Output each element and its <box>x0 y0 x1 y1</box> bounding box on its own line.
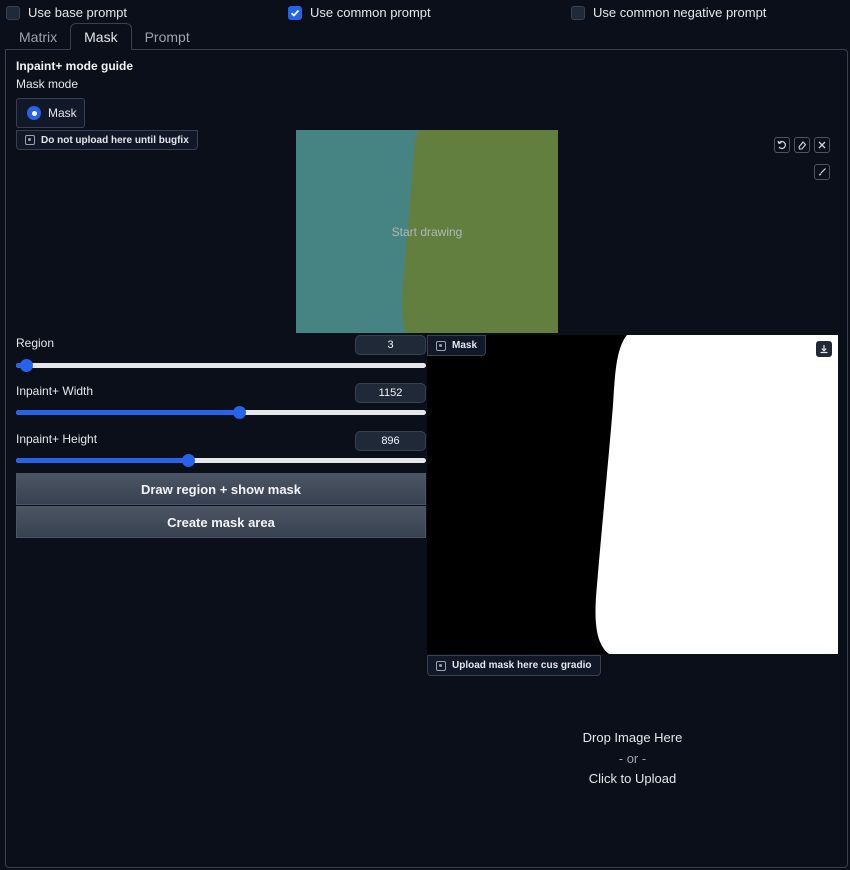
use-base-prompt-checkbox[interactable]: Use base prompt <box>6 5 127 20</box>
tab-prompt[interactable]: Prompt <box>132 23 203 50</box>
inpaint-guide-title: Inpaint+ mode guide <box>16 59 134 73</box>
upload-mask-label-text: Upload mask here cus gradio <box>452 660 592 671</box>
start-drawing-hint: Start drawing <box>391 224 463 239</box>
upload-dropzone[interactable]: Drop Image Here - or - Click to Upload <box>427 675 838 865</box>
create-mask-area-button[interactable]: Create mask area <box>16 506 426 538</box>
click-to-upload-text: Click to Upload <box>588 771 677 786</box>
mask-white-region <box>595 335 838 654</box>
inpaint-width-slider-label: Inpaint+ Width <box>16 384 94 398</box>
canvas-label: Do not upload here until bugfix <box>16 130 198 150</box>
checkbox-label: Use common negative prompt <box>593 5 767 20</box>
tab-bar: Matrix Mask Prompt <box>6 23 203 50</box>
eraser-icon[interactable] <box>794 137 810 153</box>
checkbox-label: Use base prompt <box>28 5 127 20</box>
inpaint-width-number-input[interactable]: 1152 <box>355 383 426 403</box>
radio-option-label: Mask <box>48 106 77 120</box>
check-icon <box>290 9 300 17</box>
mask-mode-radio-mask[interactable]: Mask <box>16 98 85 128</box>
drop-image-text: Drop Image Here <box>582 730 683 745</box>
checkbox-label: Use common prompt <box>310 5 431 20</box>
region-number-input[interactable]: 3 <box>355 335 426 355</box>
or-separator-text: - or - <box>618 751 647 766</box>
use-common-negative-prompt-checkbox[interactable]: Use common negative prompt <box>571 5 766 20</box>
prompt-options-row: Use base prompt Use common prompt Use co… <box>0 5 850 23</box>
checkbox-box[interactable] <box>571 5 585 20</box>
image-icon <box>436 340 446 351</box>
inpaint-height-slider[interactable] <box>16 454 426 467</box>
brush-icon[interactable] <box>814 164 830 180</box>
inpaint-height-slider-label: Inpaint+ Height <box>16 432 98 446</box>
region-slider-label: Region <box>16 336 55 350</box>
drawing-canvas[interactable]: Start drawing <box>296 130 558 333</box>
undo-icon[interactable] <box>774 137 790 153</box>
radio-selected-icon[interactable] <box>27 106 41 120</box>
mask-mode-label: Mask mode <box>16 77 79 91</box>
mask-output-image <box>427 335 838 654</box>
inpaint-height-number-input[interactable]: 896 <box>355 431 426 451</box>
region-slider[interactable] <box>16 359 426 372</box>
tab-matrix[interactable]: Matrix <box>6 23 70 50</box>
checkbox-box[interactable] <box>6 5 20 20</box>
slider-fill <box>16 458 189 463</box>
canvas-label-text: Do not upload here until bugfix <box>41 134 189 146</box>
draw-region-show-mask-button[interactable]: Draw region + show mask <box>16 473 426 505</box>
mask-output-label-text: Mask <box>452 340 478 351</box>
slider-fill <box>16 410 240 415</box>
image-icon <box>436 660 446 671</box>
download-icon[interactable] <box>816 341 832 357</box>
image-icon <box>25 135 35 145</box>
close-icon[interactable] <box>814 137 830 153</box>
use-common-prompt-checkbox[interactable]: Use common prompt <box>288 5 431 20</box>
tab-mask[interactable]: Mask <box>70 23 132 50</box>
checkbox-box[interactable] <box>288 5 302 20</box>
upload-mask-label: Upload mask here cus gradio <box>427 655 601 676</box>
inpaint-width-slider[interactable] <box>16 406 426 419</box>
mask-output-label: Mask <box>427 335 487 356</box>
